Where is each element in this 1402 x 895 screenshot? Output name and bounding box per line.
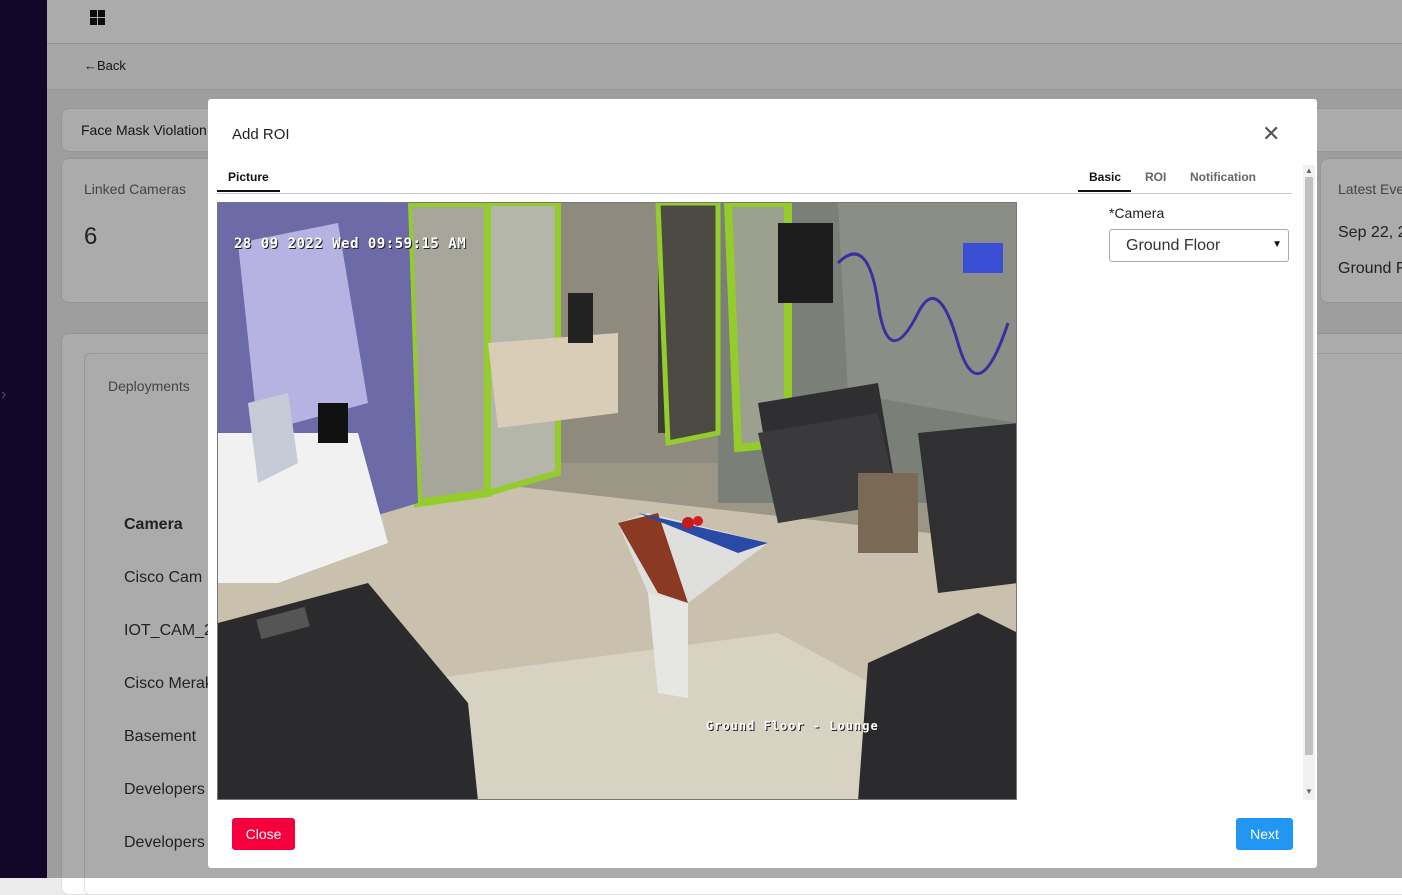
camera-snapshot[interactable]: 28 09 2022 Wed 09:59:15 AM Ground Floor … <box>217 202 1017 800</box>
close-button[interactable]: Close <box>232 818 295 850</box>
camera-select[interactable]: Ground Floor ▼ <box>1109 229 1289 262</box>
modal-scrollbar[interactable]: ▲ ▼ <box>1303 165 1315 800</box>
add-roi-modal: Add ROI ✕ Picture Basic ROI Notification <box>208 99 1317 868</box>
close-icon[interactable]: ✕ <box>1262 123 1280 145</box>
camera-scene <box>218 203 1016 799</box>
tab-picture[interactable]: Picture <box>217 170 280 192</box>
scrollbar-thumb[interactable] <box>1305 177 1313 755</box>
chevron-down-icon: ▼ <box>1272 239 1282 250</box>
tab-notification[interactable]: Notification <box>1190 170 1256 190</box>
tab-roi[interactable]: ROI <box>1145 170 1166 190</box>
next-button[interactable]: Next <box>1236 818 1293 850</box>
modal-title: Add ROI <box>232 126 290 143</box>
camera-field-label: *Camera <box>1109 205 1165 221</box>
feed-location-overlay: Ground Floor - Lounge <box>706 719 879 733</box>
camera-select-value: Ground Floor <box>1126 237 1221 254</box>
tab-basic[interactable]: Basic <box>1078 170 1132 192</box>
tab-divider <box>217 193 1292 194</box>
scroll-down-icon[interactable]: ▼ <box>1305 787 1313 796</box>
feed-timestamp: 28 09 2022 Wed 09:59:15 AM <box>234 236 467 252</box>
scroll-up-icon[interactable]: ▲ <box>1305 166 1313 175</box>
